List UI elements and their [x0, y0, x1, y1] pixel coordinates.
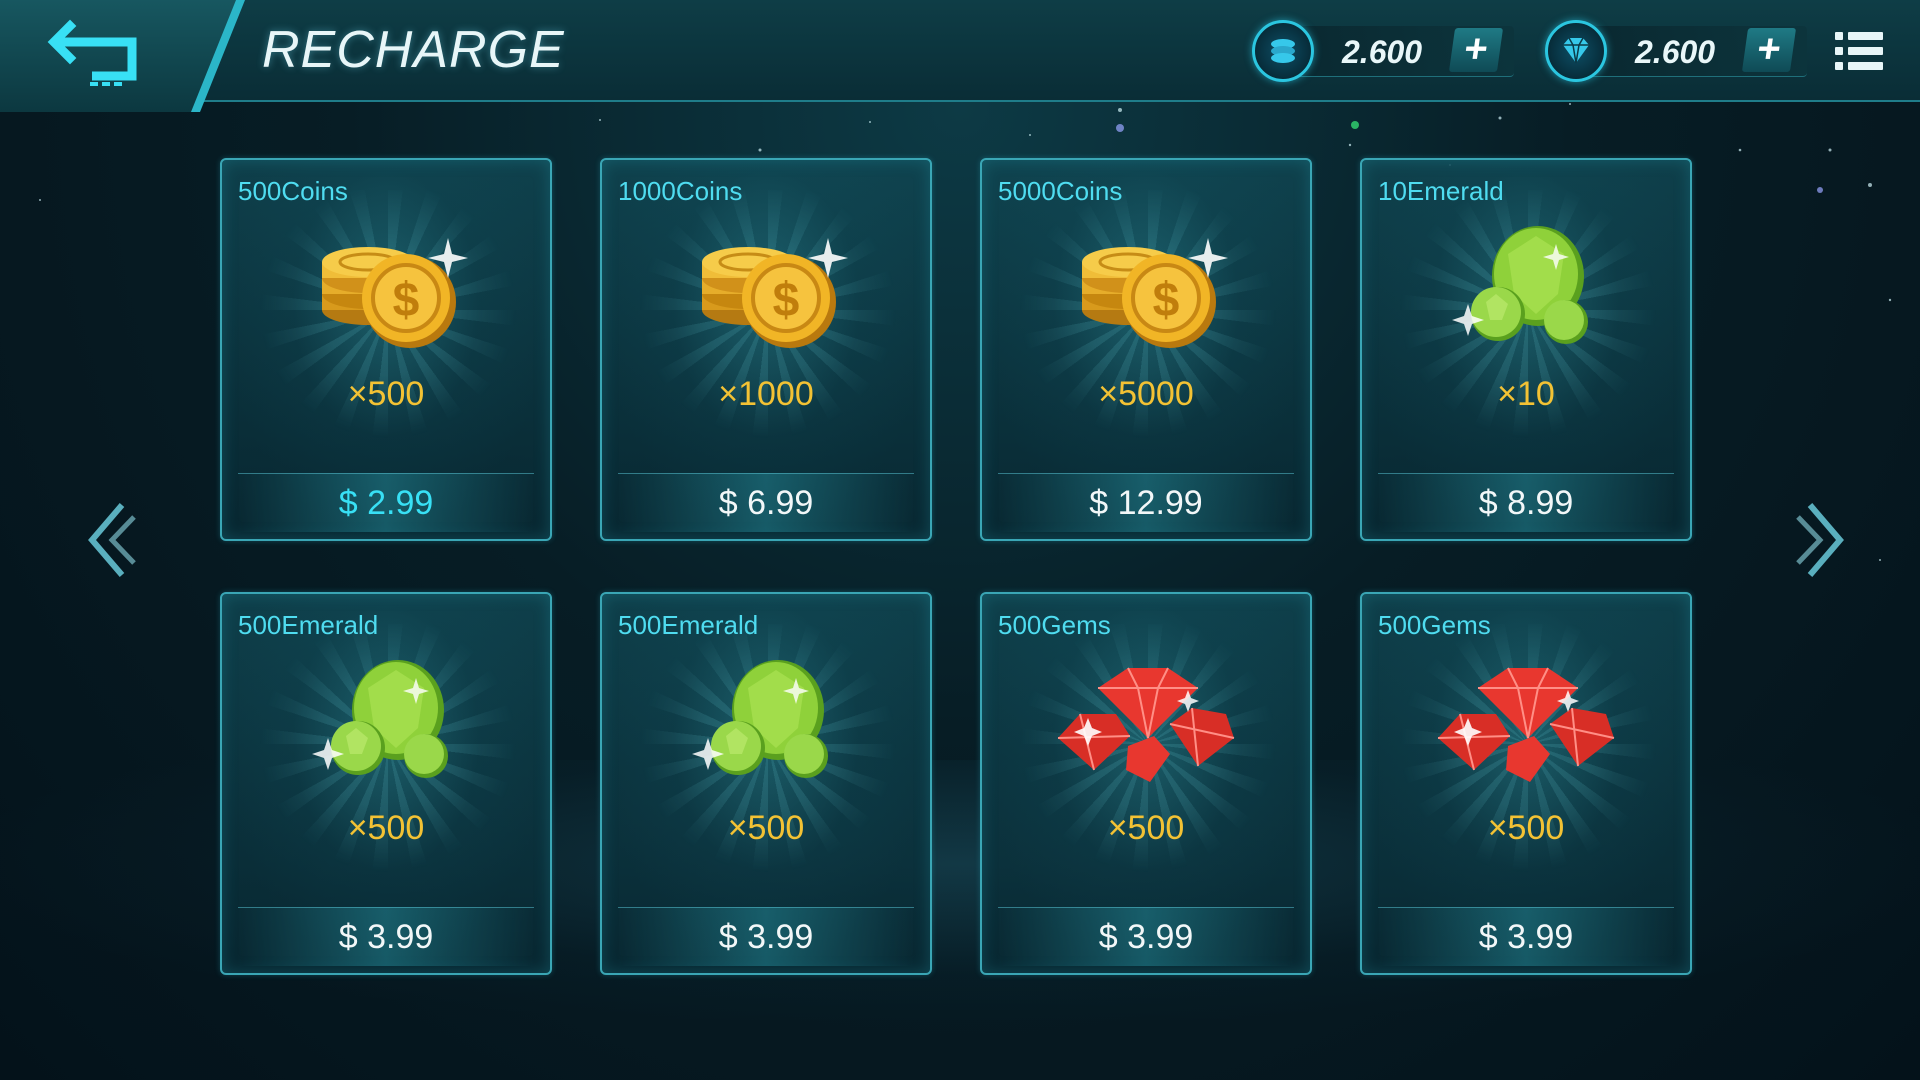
product-quantity: ×500	[1107, 809, 1185, 847]
page-title: RECHARGE	[262, 21, 565, 79]
product-price: $ 8.99	[1478, 484, 1574, 522]
product-quantity: ×500	[727, 809, 805, 847]
product-card[interactable]: 500Coins $ ×500 $ 2.99	[220, 158, 552, 541]
emerald-gems-icon	[692, 660, 828, 778]
emerald-gems-icon	[1452, 226, 1588, 344]
price-button[interactable]: $ 12.99	[998, 473, 1294, 532]
coins-counter: 2.600 +	[1252, 20, 1514, 82]
product-price: $ 6.99	[718, 484, 814, 522]
gold-coins-icon: $	[322, 238, 468, 348]
product-card[interactable]: 500Emerald ×500 $ 3.99	[220, 592, 552, 975]
add-coins-button[interactable]: +	[1448, 27, 1504, 72]
product-price: $ 2.99	[338, 484, 434, 522]
price-button[interactable]: $ 3.99	[1378, 907, 1674, 966]
product-card[interactable]: 500Gems ×500 $ 3.99	[1360, 592, 1692, 975]
price-button[interactable]: $ 6.99	[618, 473, 914, 532]
product-art: $	[298, 224, 478, 354]
price-button[interactable]: $ 3.99	[238, 907, 534, 966]
product-price: $ 3.99	[1098, 918, 1194, 956]
price-button[interactable]: $ 2.99	[238, 473, 534, 532]
gems-amount: 2.600	[1635, 34, 1716, 70]
product-name: 500Emerald	[238, 610, 379, 640]
product-name: 500Coins	[238, 176, 348, 206]
product-name: 500Gems	[998, 610, 1111, 640]
gold-coins-icon: $	[1082, 238, 1228, 348]
product-art	[678, 658, 858, 788]
price-button[interactable]: $ 3.99	[618, 907, 914, 966]
double-chevron-right-icon	[1796, 503, 1844, 577]
product-card[interactable]: 1000Coins $ ×1000 $ 6.99	[600, 158, 932, 541]
product-name: 5000Coins	[998, 176, 1123, 206]
menu-button[interactable]	[1835, 30, 1883, 72]
product-quantity: ×5000	[1098, 375, 1194, 413]
product-art	[1057, 658, 1238, 788]
add-gems-button[interactable]: +	[1741, 27, 1797, 72]
product-art	[1437, 658, 1618, 788]
next-page-button[interactable]	[1790, 495, 1850, 585]
price-button[interactable]: $ 3.99	[998, 907, 1294, 966]
product-card[interactable]: 10Emerald ×10 $ 8.99	[1360, 158, 1692, 541]
product-card[interactable]: 500Gems ×500 $ 3.99	[980, 592, 1312, 975]
product-art: $	[1058, 224, 1238, 354]
back-button[interactable]	[40, 12, 150, 92]
red-gems-icon	[1057, 667, 1235, 782]
product-card[interactable]: 500Emerald ×500 $ 3.99	[600, 592, 932, 975]
coins-amount: 2.600	[1342, 34, 1423, 70]
product-price: $ 12.99	[1089, 484, 1203, 522]
product-art: $	[678, 224, 858, 354]
product-quantity: ×500	[1487, 809, 1565, 847]
emerald-gems-icon	[312, 660, 448, 778]
diamond-icon	[1545, 20, 1607, 82]
product-name: 10Emerald	[1378, 176, 1504, 206]
red-gems-icon	[1437, 667, 1615, 782]
product-quantity: ×500	[347, 809, 425, 847]
product-art	[298, 658, 478, 788]
product-card[interactable]: 5000Coins $ ×5000 $ 12.99	[980, 158, 1312, 541]
svg-text:$: $	[1153, 274, 1180, 327]
svg-text:$: $	[393, 274, 420, 327]
gold-coins-icon: $	[702, 238, 848, 348]
product-price: $ 3.99	[1478, 918, 1574, 956]
gems-counter: 2.600 +	[1545, 20, 1807, 82]
svg-text:$: $	[773, 274, 800, 327]
coin-stack-icon	[1252, 20, 1314, 82]
product-price: $ 3.99	[338, 918, 434, 956]
product-quantity: ×10	[1497, 375, 1555, 413]
product-art	[1438, 224, 1618, 354]
previous-page-button[interactable]	[82, 495, 142, 585]
product-quantity: ×500	[347, 375, 425, 413]
product-name: 1000Coins	[618, 176, 743, 206]
product-name: 500Gems	[1378, 610, 1491, 640]
product-price: $ 3.99	[718, 918, 814, 956]
product-name: 500Emerald	[618, 610, 759, 640]
double-chevron-left-icon	[88, 503, 136, 577]
product-quantity: ×1000	[718, 375, 814, 413]
back-arrow-icon	[47, 19, 137, 86]
price-button[interactable]: $ 8.99	[1378, 473, 1674, 532]
